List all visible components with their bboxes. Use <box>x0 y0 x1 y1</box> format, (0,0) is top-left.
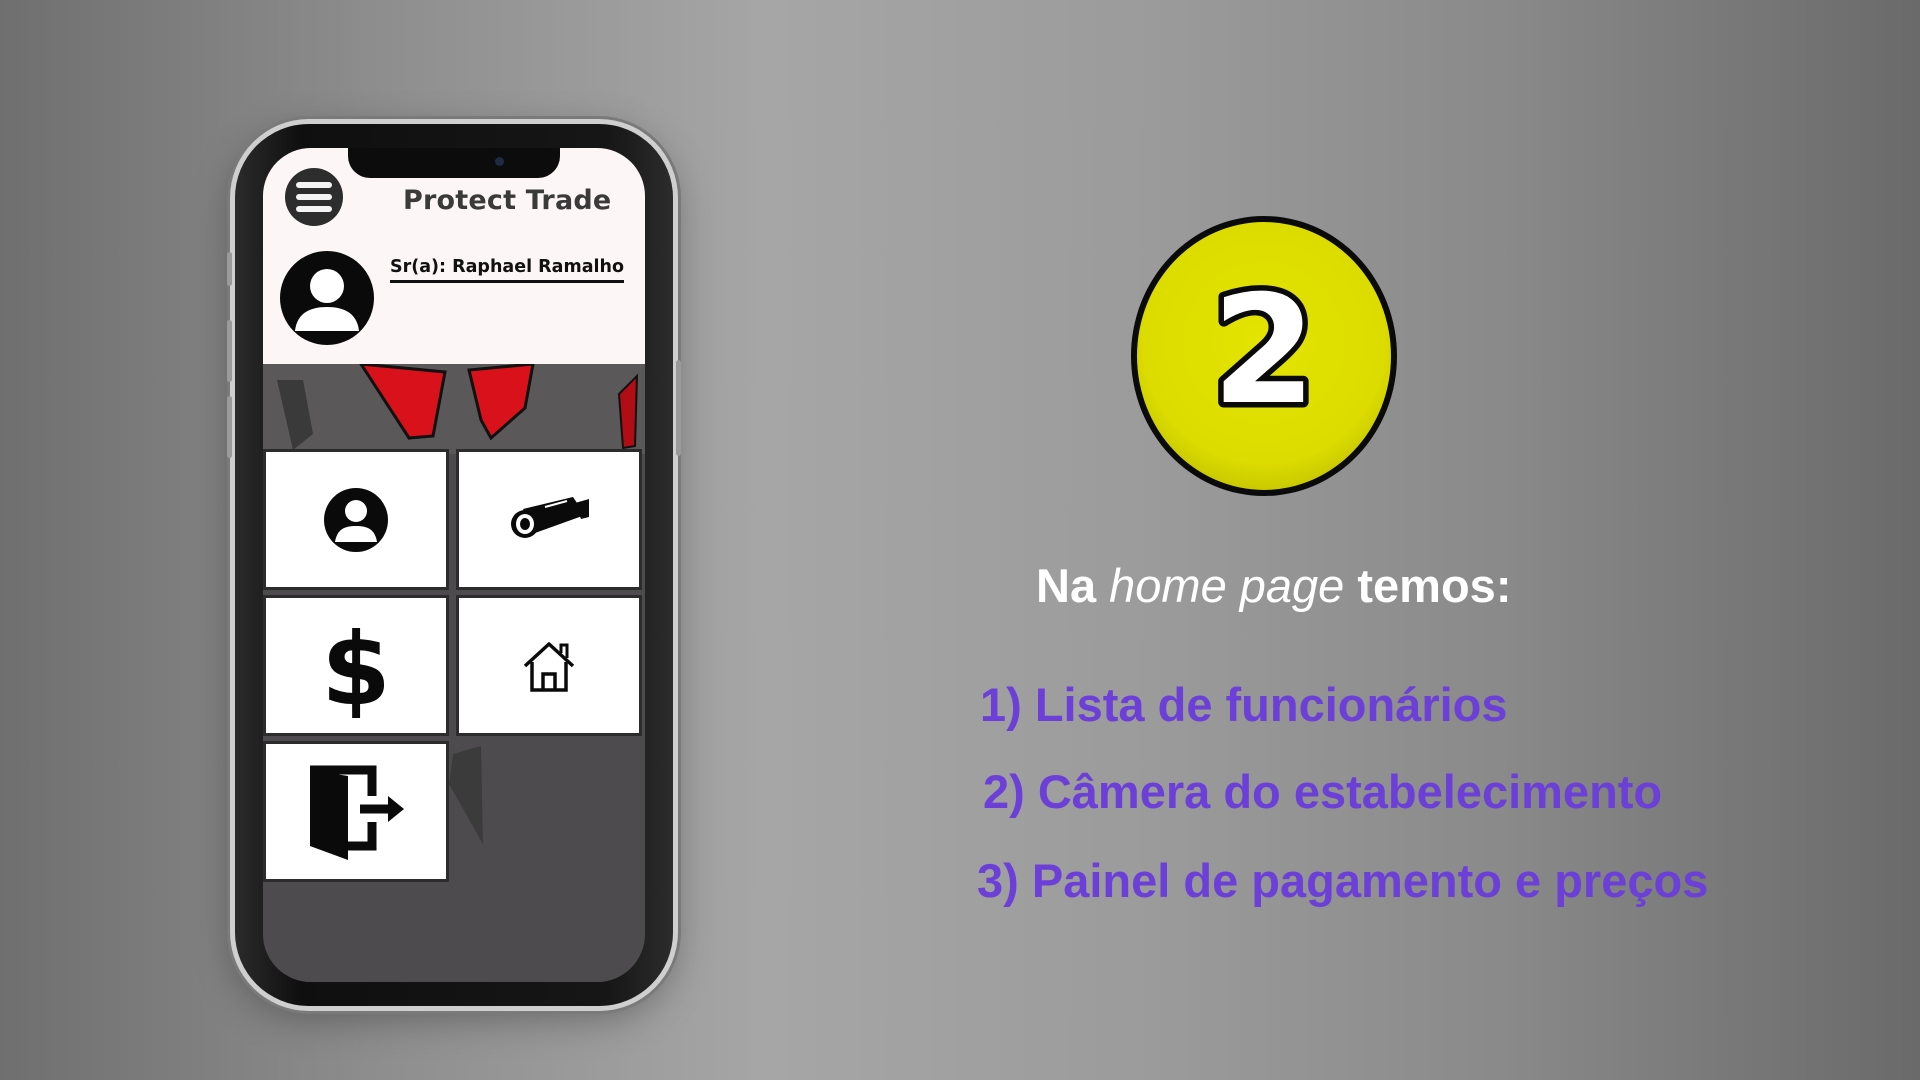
user-greeting: Sr(a): Raphael Ramalho <box>390 257 624 283</box>
user-avatar-icon <box>295 269 359 331</box>
menu-bar-icon <box>296 194 332 200</box>
intro-text-part1: Na <box>1036 559 1110 612</box>
phone-volume-up <box>227 320 232 382</box>
step-number-text: 2 <box>1212 264 1316 438</box>
home-icon <box>523 641 575 692</box>
phone-notch <box>348 148 560 178</box>
home-tile[interactable] <box>456 595 642 736</box>
logout-tile[interactable] <box>263 741 449 882</box>
menu-bar-icon <box>296 182 332 188</box>
payment-tile[interactable]: $ <box>263 595 449 736</box>
employee-list-tile[interactable] <box>263 449 449 590</box>
step-number-glyph: 2 <box>1206 259 1321 444</box>
app-title: Protect Trade <box>403 185 612 216</box>
phone-power-button <box>676 360 681 456</box>
feature-item-2: 2) Câmera do estabelecimento <box>983 765 1663 818</box>
security-camera-tile[interactable] <box>456 449 642 590</box>
phone-volume-down <box>227 396 232 458</box>
app-header: Protect Trade Sr(a): Raphael Ramalho <box>263 148 645 364</box>
phone-silent-switch <box>227 252 232 286</box>
user-avatar <box>280 251 374 345</box>
logout-icon <box>310 765 404 860</box>
phone-mockup: Protect Trade Sr(a): Raphael Ramalho $ <box>227 124 681 1006</box>
feature-item-1: 1) Lista de funcionários <box>980 678 1508 731</box>
phone-screen: Protect Trade Sr(a): Raphael Ramalho $ <box>263 148 645 982</box>
menu-bar-icon <box>296 206 332 212</box>
intro-text-part3: temos: <box>1344 559 1512 612</box>
dollar-icon: $ <box>321 614 391 718</box>
intro-text: Na home page temos: <box>1036 558 1511 613</box>
user-icon <box>324 487 388 552</box>
feature-item-3: 3) Painel de pagamento e preços <box>977 854 1709 907</box>
step-number-badge: 2 <box>1131 216 1397 496</box>
security-camera-icon <box>511 496 589 538</box>
svg-text:$: $ <box>321 614 391 718</box>
hamburger-menu-button[interactable] <box>285 168 343 226</box>
intro-text-emphasis: home page <box>1109 559 1345 612</box>
